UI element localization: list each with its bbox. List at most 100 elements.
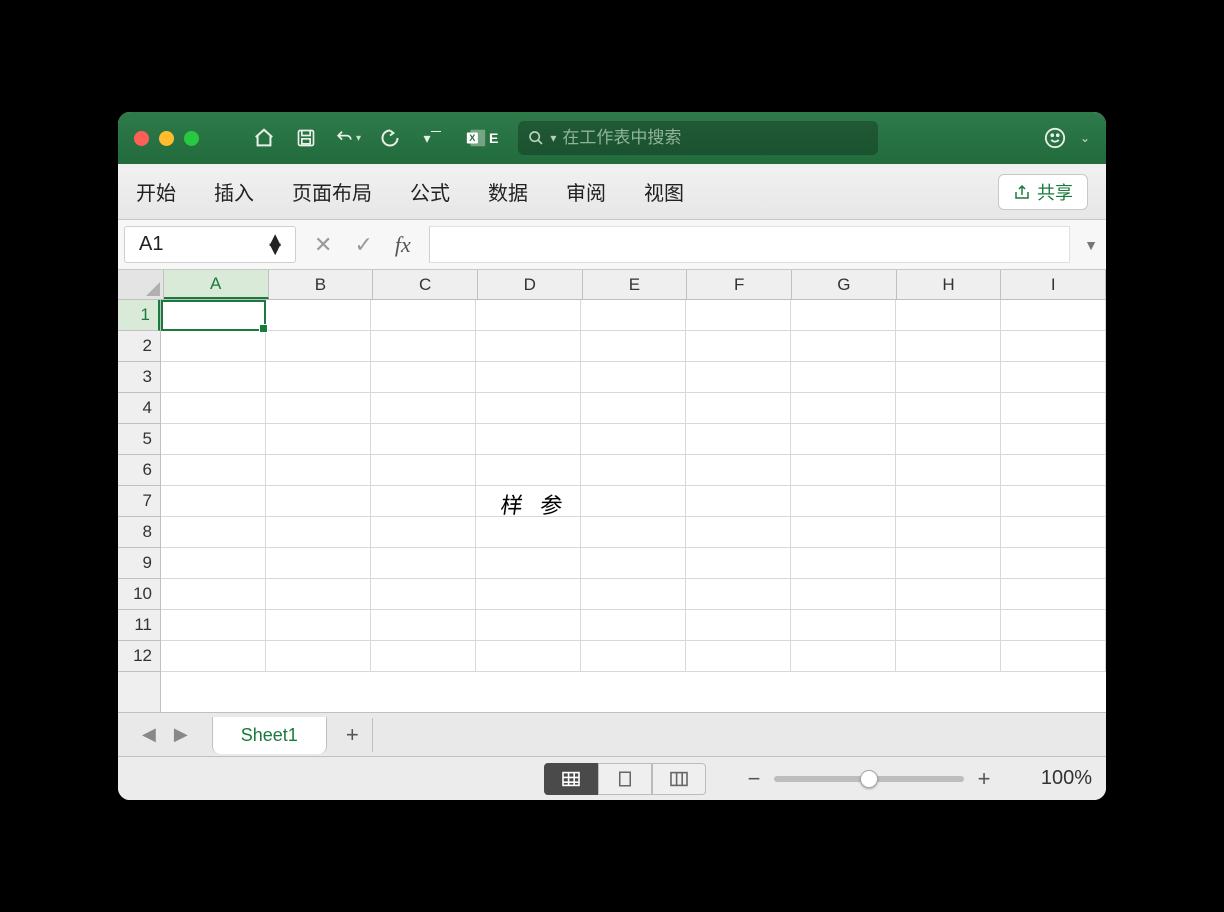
quick-access-more-icon[interactable]: ▾ — [419, 125, 445, 151]
cell[interactable] — [791, 424, 896, 455]
cell[interactable] — [581, 548, 686, 579]
tab-insert[interactable]: 插入 — [214, 177, 254, 206]
cell[interactable] — [581, 424, 686, 455]
cell[interactable] — [266, 548, 371, 579]
cell[interactable] — [371, 455, 476, 486]
cell[interactable] — [791, 610, 896, 641]
cell[interactable] — [371, 641, 476, 672]
cell[interactable] — [791, 486, 896, 517]
tab-home[interactable]: 开始 — [136, 177, 176, 206]
cell[interactable] — [1001, 641, 1106, 672]
cell[interactable] — [1001, 300, 1106, 331]
cell[interactable] — [476, 455, 581, 486]
formula-expand-button[interactable]: ▼ — [1076, 220, 1106, 269]
cell[interactable] — [161, 331, 266, 362]
cell[interactable] — [1001, 548, 1106, 579]
tab-review[interactable]: 审阅 — [566, 177, 606, 206]
cells-area[interactable]: 样 参 — [161, 300, 1106, 712]
formula-input[interactable] — [429, 226, 1070, 263]
minimize-window-button[interactable] — [159, 131, 174, 146]
cell[interactable] — [581, 517, 686, 548]
cell[interactable] — [371, 362, 476, 393]
cell[interactable] — [266, 331, 371, 362]
cell[interactable] — [896, 548, 1001, 579]
cell[interactable] — [161, 455, 266, 486]
maximize-window-button[interactable] — [184, 131, 199, 146]
search-box[interactable]: ▾ — [518, 121, 878, 155]
row-header-1[interactable]: 1 — [118, 300, 160, 331]
cell[interactable] — [581, 641, 686, 672]
stepper-down-icon[interactable]: ▼ — [265, 245, 285, 254]
cell[interactable] — [476, 641, 581, 672]
cell[interactable] — [896, 486, 1001, 517]
row-header-8[interactable]: 8 — [118, 517, 160, 548]
cell[interactable] — [1001, 362, 1106, 393]
cell[interactable] — [266, 424, 371, 455]
zoom-level-label[interactable]: 100% — [1022, 767, 1092, 790]
col-header-I[interactable]: I — [1001, 270, 1106, 299]
cell[interactable] — [476, 579, 581, 610]
cell[interactable] — [791, 331, 896, 362]
cell[interactable] — [161, 486, 266, 517]
cell[interactable] — [476, 548, 581, 579]
name-box[interactable]: A1 ▲ ▼ — [124, 226, 296, 263]
cell[interactable] — [896, 579, 1001, 610]
feedback-dropdown-icon[interactable]: ⌄ — [1080, 131, 1090, 145]
cell[interactable] — [686, 300, 791, 331]
cell[interactable] — [581, 300, 686, 331]
close-window-button[interactable] — [134, 131, 149, 146]
tab-page-layout[interactable]: 页面布局 — [292, 177, 372, 206]
cell[interactable] — [791, 455, 896, 486]
sheet-tab-active[interactable]: Sheet1 — [212, 717, 327, 754]
cell[interactable] — [161, 300, 266, 331]
cell[interactable] — [161, 548, 266, 579]
cell[interactable] — [1001, 455, 1106, 486]
col-header-G[interactable]: G — [792, 270, 897, 299]
col-header-C[interactable]: C — [373, 270, 478, 299]
cell[interactable] — [791, 393, 896, 424]
cell[interactable] — [266, 641, 371, 672]
col-header-F[interactable]: F — [687, 270, 792, 299]
feedback-smile-icon[interactable] — [1042, 125, 1068, 151]
col-header-H[interactable]: H — [897, 270, 1002, 299]
save-icon[interactable] — [293, 125, 319, 151]
tab-formulas[interactable]: 公式 — [410, 177, 450, 206]
cell[interactable] — [791, 517, 896, 548]
sheet-prev-button[interactable]: ◀ — [142, 724, 156, 745]
view-normal-button[interactable] — [544, 763, 598, 795]
cell[interactable] — [581, 331, 686, 362]
cell[interactable] — [266, 455, 371, 486]
cell[interactable] — [266, 486, 371, 517]
cell[interactable] — [896, 393, 1001, 424]
row-header-9[interactable]: 9 — [118, 548, 160, 579]
col-header-E[interactable]: E — [583, 270, 688, 299]
row-header-10[interactable]: 10 — [118, 579, 160, 610]
cell[interactable] — [686, 393, 791, 424]
cell[interactable] — [266, 517, 371, 548]
select-all-corner[interactable] — [118, 270, 164, 299]
cell[interactable] — [686, 548, 791, 579]
zoom-in-button[interactable]: + — [974, 766, 994, 792]
cell[interactable] — [1001, 486, 1106, 517]
cell[interactable] — [1001, 610, 1106, 641]
cell[interactable] — [161, 393, 266, 424]
cell[interactable] — [1001, 393, 1106, 424]
cell[interactable] — [686, 579, 791, 610]
cell[interactable] — [581, 393, 686, 424]
cell[interactable] — [896, 610, 1001, 641]
cell[interactable] — [476, 424, 581, 455]
cell[interactable] — [266, 610, 371, 641]
cell[interactable] — [791, 548, 896, 579]
cell[interactable] — [791, 300, 896, 331]
row-header-7[interactable]: 7 — [118, 486, 160, 517]
cell[interactable] — [161, 579, 266, 610]
zoom-slider[interactable] — [774, 776, 964, 782]
cell[interactable] — [791, 362, 896, 393]
col-header-B[interactable]: B — [269, 270, 374, 299]
search-dropdown-icon[interactable]: ▾ — [550, 131, 556, 145]
cell[interactable] — [791, 641, 896, 672]
undo-dropdown-icon[interactable]: ▾ — [356, 133, 361, 144]
col-header-D[interactable]: D — [478, 270, 583, 299]
cell[interactable] — [371, 300, 476, 331]
cell[interactable] — [476, 331, 581, 362]
